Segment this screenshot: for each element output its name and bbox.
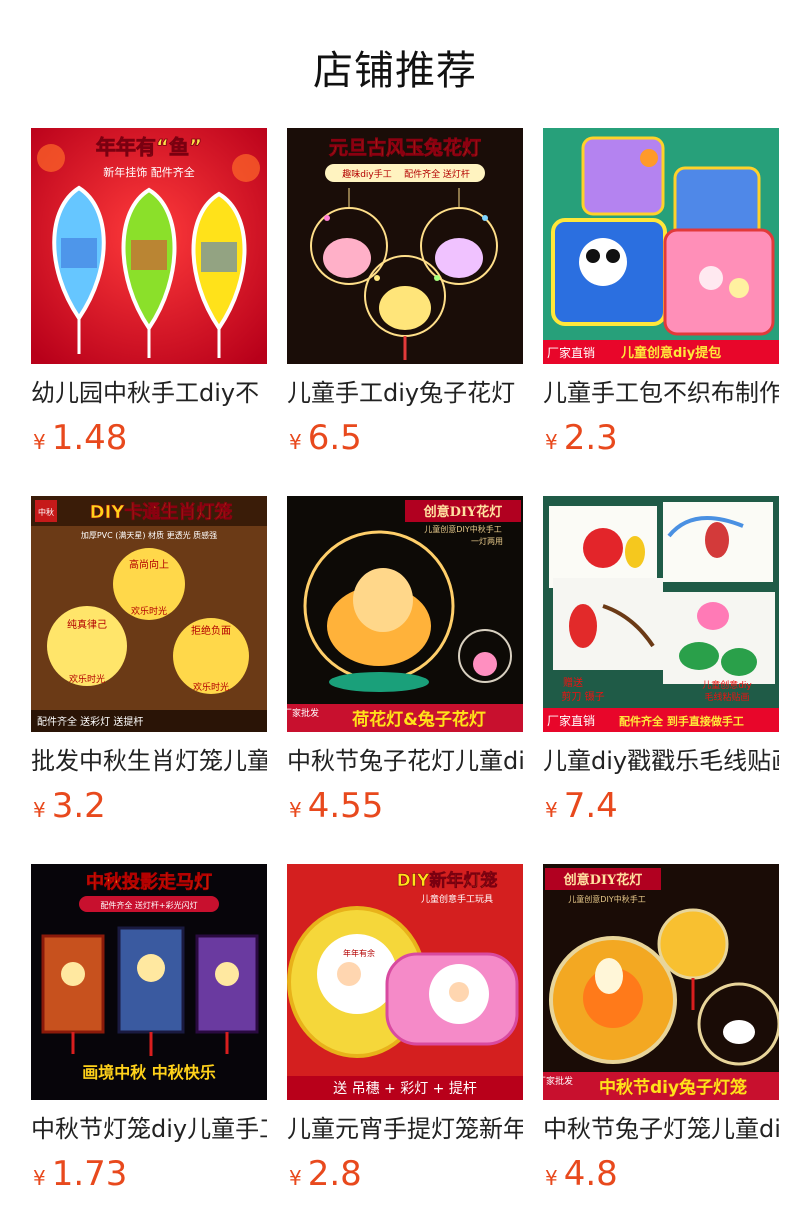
svg-text:新年挂饰 配件齐全: 新年挂饰 配件齐全 [103, 165, 195, 179]
svg-text:纯真律己: 纯真律己 [67, 618, 107, 631]
product-card[interactable]: DIY新年灯笼 儿童创意手工玩具 年年有余 送 吊穗 + 彩灯 + 提杆 儿童元… [287, 864, 523, 1194]
product-price: ¥2.3 [545, 418, 618, 458]
product-name[interactable]: 儿童diy戳戳乐毛线贴画 [543, 746, 779, 776]
product-image[interactable]: 创意DIY花灯 儿童创意DIY中秋手工 一灯两用 厂家批发 荷花灯&兔子花灯 [287, 496, 523, 732]
product-name[interactable]: 幼儿园中秋手工diy不 [31, 378, 267, 408]
svg-text:拒绝负面: 拒绝负面 [191, 624, 231, 637]
product-name[interactable]: 儿童手工包不织布制作 [543, 378, 779, 408]
svg-text:毛线粘贴画: 毛线粘贴画 [704, 691, 749, 703]
svg-text:欢乐时光: 欢乐时光 [69, 673, 105, 685]
svg-text:欢乐时光: 欢乐时光 [131, 605, 167, 617]
product-card[interactable]: 赠送 剪刀 镊子 儿童创意diy 毛线粘贴画 厂家直销 配件齐全 到手直接做手工… [543, 496, 779, 826]
svg-text:厂家批发: 厂家批发 [543, 1075, 573, 1087]
product-card[interactable]: 年年有“鱼” 新年挂饰 配件齐全 幼儿园中秋手工diy不 ¥1.48 [31, 128, 267, 458]
svg-text:配件齐全 送灯杆: 配件齐全 送灯杆 [404, 168, 470, 180]
product-price: ¥1.73 [33, 1154, 128, 1194]
svg-text:赠送: 赠送 [563, 676, 583, 689]
product-name[interactable]: 儿童手工diy兔子花灯 [287, 378, 523, 408]
product-name[interactable]: 儿童元宵手提灯笼新年 [287, 1114, 523, 1144]
svg-text:儿童创意diy提包: 儿童创意diy提包 [620, 345, 721, 361]
svg-text:中秋投影走马灯: 中秋投影走马灯 [86, 871, 212, 893]
svg-text:高尚向上: 高尚向上 [129, 558, 169, 571]
product-image[interactable]: 赠送 剪刀 镊子 儿童创意diy 毛线粘贴画 厂家直销 配件齐全 到手直接做手工 [543, 496, 779, 732]
svg-text:儿童创意DIY中秋手工: 儿童创意DIY中秋手工 [568, 894, 645, 904]
svg-text:欢乐时光: 欢乐时光 [193, 681, 229, 693]
svg-text:儿童创意DIY中秋手工: 儿童创意DIY中秋手工 [424, 524, 501, 534]
svg-text:厂家批发: 厂家批发 [287, 707, 319, 719]
product-card[interactable]: 中秋投影走马灯 配件齐全 送灯杆+彩光闪灯 画境中秋 中秋快乐 中秋节灯笼diy… [31, 864, 267, 1194]
svg-text:中秋: 中秋 [38, 507, 54, 517]
product-image[interactable]: 元旦古风玉兔花灯 趣味diy手工 配件齐全 送灯杆 [287, 128, 523, 364]
product-card[interactable]: 创意DIY花灯 儿童创意DIY中秋手工 一灯两用 厂家批发 荷花灯&兔子花灯 中… [287, 496, 523, 826]
svg-text:年年有余: 年年有余 [343, 948, 375, 958]
svg-text:创意DIY花灯: 创意DIY花灯 [423, 504, 503, 520]
product-image[interactable]: 厂家直销 儿童创意diy提包 [543, 128, 779, 364]
product-price: ¥2.8 [289, 1154, 362, 1194]
svg-text:元旦古风玉兔花灯: 元旦古风玉兔花灯 [329, 136, 481, 159]
svg-text:剪刀 镊子: 剪刀 镊子 [561, 690, 604, 703]
product-price: ¥4.55 [289, 786, 384, 826]
product-card[interactable]: 厂家直销 儿童创意diy提包 儿童手工包不织布制作 ¥2.3 [543, 128, 779, 458]
svg-text:配件齐全 到手直接做手工: 配件齐全 到手直接做手工 [619, 714, 744, 728]
svg-text:厂家直销: 厂家直销 [547, 713, 595, 728]
page-title: 店铺推荐 [313, 48, 477, 94]
product-image[interactable]: 中秋投影走马灯 配件齐全 送灯杆+彩光闪灯 画境中秋 中秋快乐 [31, 864, 267, 1100]
svg-text:儿童创意手工玩具: 儿童创意手工玩具 [421, 893, 493, 905]
svg-text:DIY卡通生肖灯笼: DIY卡通生肖灯笼 [90, 501, 233, 523]
svg-text:DIY新年灯笼: DIY新年灯笼 [397, 870, 498, 891]
product-image[interactable]: 中秋 DIY卡通生肖灯笼 加厚PVC (满天星) 材质 更透光 质感强 高尚向上… [31, 496, 267, 732]
svg-text:厂家直销: 厂家直销 [547, 345, 595, 360]
product-image[interactable]: DIY新年灯笼 儿童创意手工玩具 年年有余 送 吊穗 + 彩灯 + 提杆 [287, 864, 523, 1100]
svg-text:加厚PVC (满天星) 材质 更透光 质感强: 加厚PVC (满天星) 材质 更透光 质感强 [81, 530, 217, 540]
svg-text:趣味diy手工: 趣味diy手工 [342, 168, 392, 180]
product-image[interactable]: 创意DIY花灯 儿童创意DIY中秋手工 厂家批发 中秋节diy兔子灯笼 [543, 864, 779, 1100]
product-price: ¥6.5 [289, 418, 362, 458]
svg-text:荷花灯&兔子花灯: 荷花灯&兔子花灯 [352, 709, 486, 730]
svg-text:一灯两用: 一灯两用 [471, 536, 503, 546]
svg-text:画境中秋 中秋快乐: 画境中秋 中秋快乐 [82, 1063, 216, 1082]
svg-text:配件齐全 送彩灯 送提杆: 配件齐全 送彩灯 送提杆 [37, 715, 143, 728]
product-name[interactable]: 中秋节兔子灯笼儿童diy [543, 1114, 779, 1144]
svg-text:年年有“鱼”: 年年有“鱼” [96, 135, 202, 159]
product-name[interactable]: 批发中秋生肖灯笼儿童 [31, 746, 267, 776]
product-price: ¥7.4 [545, 786, 618, 826]
product-card[interactable]: 创意DIY花灯 儿童创意DIY中秋手工 厂家批发 中秋节diy兔子灯笼 中秋节兔… [543, 864, 779, 1194]
svg-text:创意DIY花灯: 创意DIY花灯 [563, 872, 643, 888]
svg-text:配件齐全 送灯杆+彩光闪灯: 配件齐全 送灯杆+彩光闪灯 [100, 900, 197, 910]
svg-text:儿童创意diy: 儿童创意diy [702, 679, 752, 691]
svg-text:中秋节diy兔子灯笼: 中秋节diy兔子灯笼 [599, 1077, 747, 1098]
svg-text:送 吊穗 + 彩灯 + 提杆: 送 吊穗 + 彩灯 + 提杆 [333, 1081, 477, 1097]
product-price: ¥1.48 [33, 418, 128, 458]
product-card[interactable]: 中秋 DIY卡通生肖灯笼 加厚PVC (满天星) 材质 更透光 质感强 高尚向上… [31, 496, 267, 826]
product-image[interactable]: 年年有“鱼” 新年挂饰 配件齐全 [31, 128, 267, 364]
product-name[interactable]: 中秋节兔子花灯儿童diy [287, 746, 523, 776]
product-name[interactable]: 中秋节灯笼diy儿童手工 [31, 1114, 267, 1144]
product-price: ¥3.2 [33, 786, 106, 826]
product-card[interactable]: 元旦古风玉兔花灯 趣味diy手工 配件齐全 送灯杆 儿童手工diy兔子花灯 ¥6… [287, 128, 523, 458]
product-price: ¥4.8 [545, 1154, 618, 1194]
